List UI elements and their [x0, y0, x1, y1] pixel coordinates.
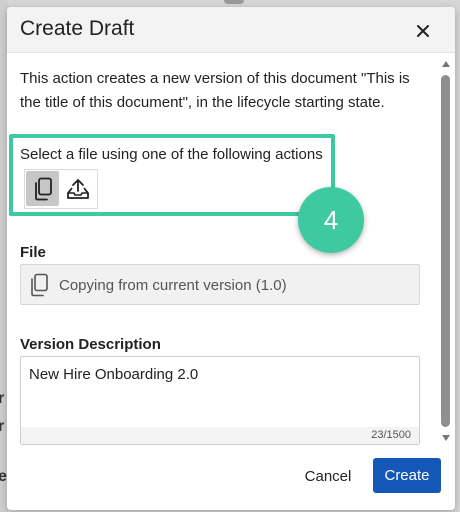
file-label: File	[20, 244, 46, 261]
dialog-description: This action creates a new version of thi…	[20, 70, 410, 111]
copy-icon	[34, 177, 52, 200]
backdrop-notch	[224, 0, 244, 4]
character-counter-bar: 23/1500	[21, 427, 419, 444]
scroll-down-arrow[interactable]	[440, 433, 452, 443]
triangle-up-icon	[442, 61, 450, 67]
version-description-field: New Hire Onboarding 2.0 23/1500	[20, 356, 420, 445]
version-description-input[interactable]: New Hire Onboarding 2.0	[21, 357, 419, 427]
tutorial-step-badge: 4	[298, 187, 364, 253]
close-icon	[417, 25, 429, 37]
upload-file-button[interactable]	[60, 170, 96, 208]
create-button[interactable]: Create	[373, 458, 441, 493]
file-value: Copying from current version (1.0)	[59, 277, 287, 294]
dialog-header: Create Draft	[7, 7, 455, 53]
cancel-button[interactable]: Cancel	[294, 459, 362, 493]
create-draft-dialog: Create Draft This action creates a new v…	[7, 7, 455, 510]
file-source-label: Select a file using one of the following…	[20, 146, 323, 163]
backdrop-text-fragment: r	[0, 390, 5, 407]
backdrop-text-fragment: r	[0, 418, 5, 435]
copy-from-current-button[interactable]	[26, 171, 59, 206]
scroll-up-arrow[interactable]	[440, 59, 452, 69]
file-display-field: Copying from current version (1.0)	[20, 264, 420, 305]
file-source-actions	[24, 169, 98, 209]
upload-icon	[67, 179, 89, 199]
version-description-label: Version Description	[20, 336, 161, 353]
character-counter: 23/1500	[371, 429, 411, 441]
copy-icon	[31, 273, 48, 297]
dialog-scrollbar[interactable]	[438, 55, 454, 445]
close-button[interactable]	[411, 19, 435, 43]
triangle-down-icon	[442, 435, 450, 441]
scroll-thumb[interactable]	[441, 75, 450, 427]
backdrop-text-fragment: e	[0, 468, 7, 485]
dialog-title: Create Draft	[20, 17, 135, 40]
